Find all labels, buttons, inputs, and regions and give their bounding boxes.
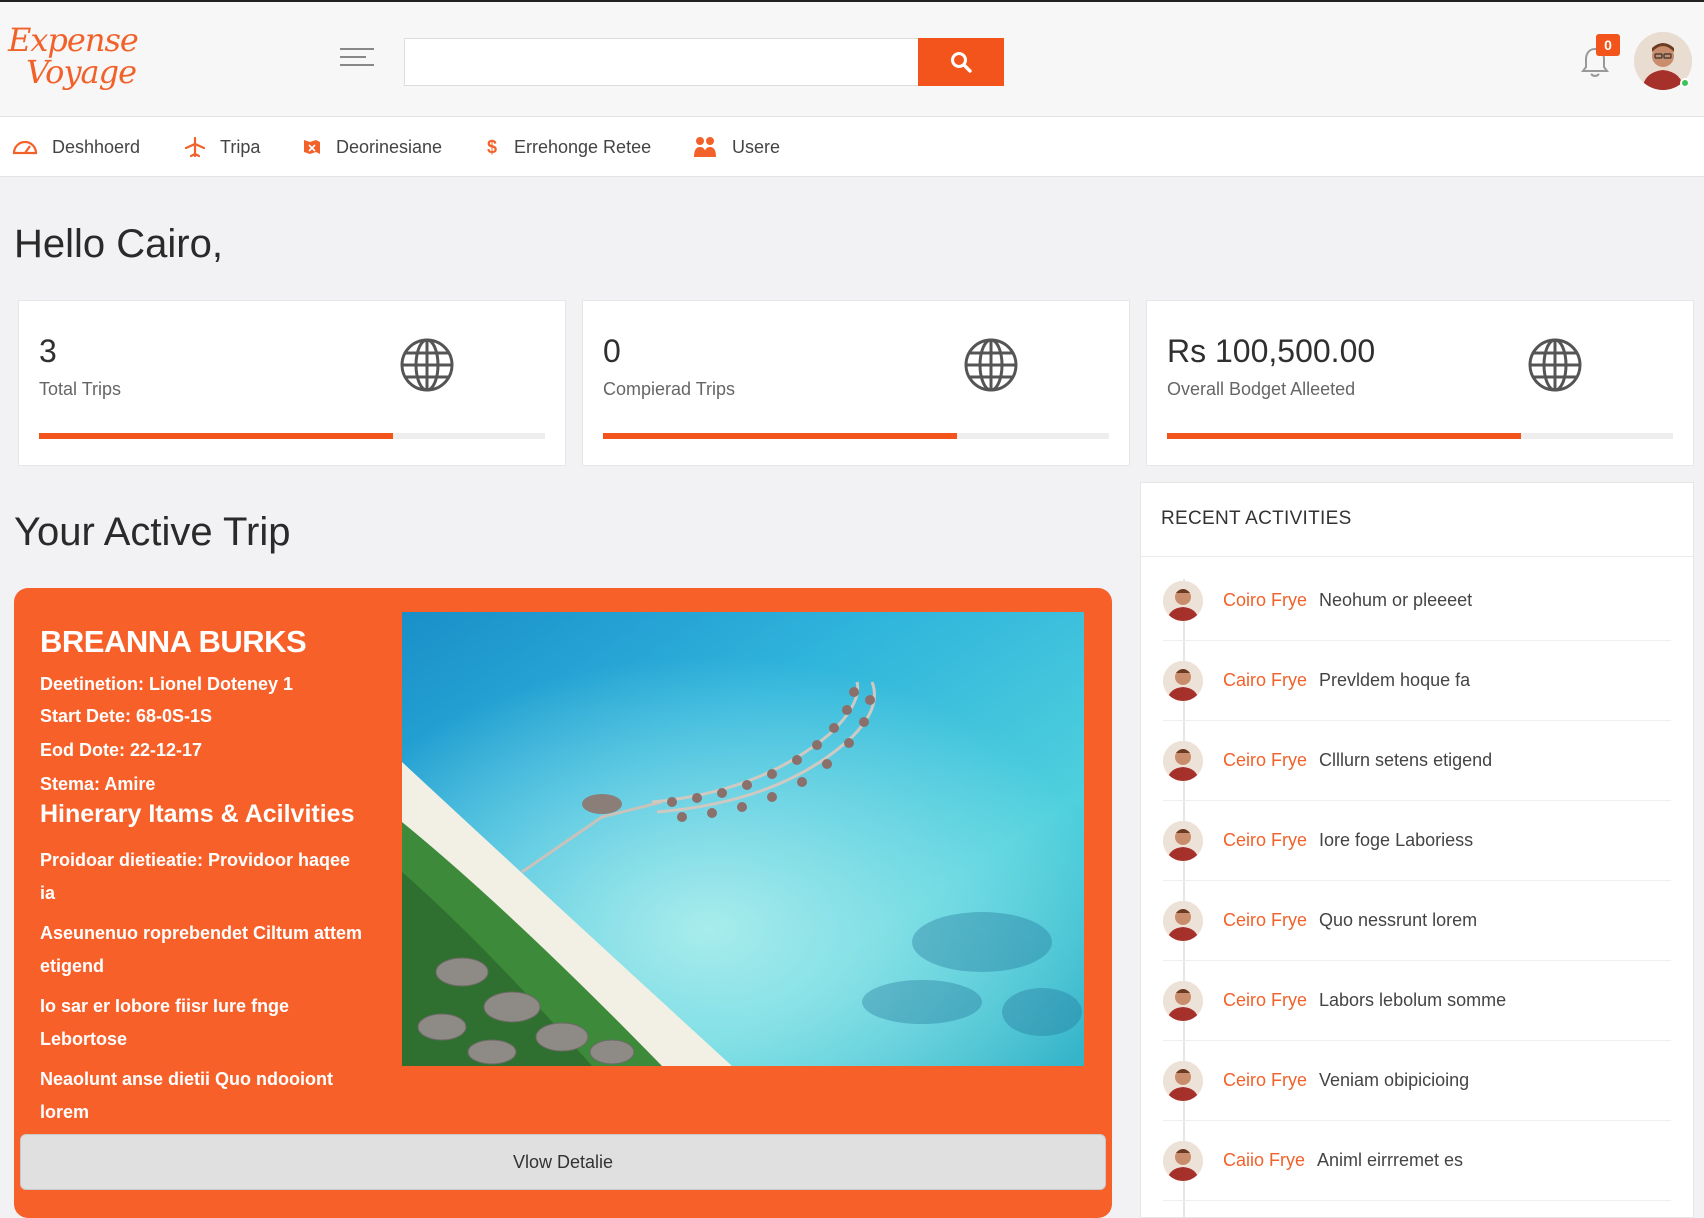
active-trip-heading: Your Active Trip: [14, 510, 291, 554]
dashboard-icon: [12, 140, 38, 155]
activity-user[interactable]: Ceiro Frye: [1223, 830, 1307, 851]
active-trip-card: BREANNA BURKS Deetinetion: Lionel Dotene…: [14, 588, 1112, 1218]
destination-icon: [304, 140, 320, 154]
nav-label-exchange-rates: Errehonge Retee: [514, 136, 652, 157]
logo-line-1: Expense: [8, 21, 139, 59]
activity-avatar: [1163, 1140, 1203, 1181]
globe-icon: [400, 338, 454, 392]
search-input[interactable]: [404, 38, 918, 86]
nav-item-destinations[interactable]: Deorinesiane: [302, 117, 442, 177]
activity-item[interactable]: Ceiro Frye Iore foge Laboriess: [1163, 801, 1671, 881]
recent-activities-title: RECENT ACTIVITIES: [1141, 483, 1693, 557]
main-nav: Deshhoerd Tripa Deorinesiane $ Errehonge…: [0, 117, 1704, 177]
trip-end-date: Eod Dote: 22-12-17: [40, 740, 203, 760]
globe-icon: [964, 338, 1018, 392]
activity-text: Veniam obipicioing: [1319, 1070, 1470, 1090]
activity-text: Animl eirrremet es: [1317, 1150, 1464, 1170]
stat-value: Rs 100,500.00: [1167, 333, 1376, 369]
nav-item-dashboard[interactable]: Deshhoerd: [12, 117, 140, 177]
top-bar: Expense Voyage 0: [0, 0, 1704, 117]
activity-avatar: [1163, 1060, 1203, 1101]
activity-avatar: [1163, 660, 1203, 701]
trip-destination-photo: [402, 612, 1084, 1066]
nav-item-trips[interactable]: Tripa: [184, 117, 260, 177]
activity-item[interactable]: Caiio Frye Animl eirrremet es: [1163, 1121, 1671, 1201]
nav-label-dashboard: Deshhoerd: [52, 136, 141, 157]
recent-activities-panel: RECENT ACTIVITIES Coiro Frye Neohum or p…: [1140, 482, 1694, 1218]
activity-user[interactable]: Ceiro Frye: [1223, 1070, 1307, 1091]
stat-value: 0: [603, 333, 621, 369]
app-logo[interactable]: Expense Voyage: [8, 24, 148, 88]
trip-traveler-name: BREANNA BURKS: [40, 624, 307, 659]
activity-item[interactable]: Cairo Frye Prevldem hoque fa: [1163, 641, 1671, 721]
activity-user[interactable]: Coiro Frye: [1223, 590, 1307, 611]
stat-label: Overall Bodget Alleeted: [1167, 379, 1356, 399]
activity-avatar: [1163, 740, 1203, 781]
resort-image: [402, 612, 1084, 1066]
activity-text: Quo nessrunt lorem: [1319, 910, 1478, 930]
stat-value: 3: [39, 333, 57, 369]
dollar-icon: $: [487, 137, 497, 157]
activity-text: Prevldem hoque fa: [1319, 670, 1471, 690]
trip-status: Stema: Amire: [40, 774, 156, 794]
activity-user[interactable]: Caiio Frye: [1223, 1150, 1305, 1171]
trip-destination: Deetinetion: Lionel Doteney 1: [40, 674, 294, 694]
activity-user[interactable]: Cairo Frye: [1223, 670, 1307, 691]
online-status-dot: [1680, 78, 1690, 88]
itinerary-list: Proidoar dietieatie: Providoor haqee ia …: [40, 844, 370, 1136]
itinerary-item: Proidoar dietieatie: Providoor haqee ia: [40, 850, 351, 903]
menu-toggle-icon[interactable]: [340, 48, 374, 72]
activity-avatar: [1163, 900, 1203, 941]
activity-user[interactable]: Ceiro Frye: [1223, 990, 1307, 1011]
trip-start-date: Start Dete: 68-0S-1S: [40, 706, 213, 726]
progress-fill: [39, 433, 394, 439]
search-bar: [404, 38, 1004, 86]
stat-label: Compierad Trips: [603, 379, 736, 399]
progress-fill: [603, 433, 958, 439]
nav-item-users[interactable]: Usere: [692, 117, 780, 177]
globe-icon: [1528, 338, 1582, 392]
search-button[interactable]: [918, 38, 1004, 86]
nav-label-trips: Tripa: [220, 136, 261, 157]
activity-avatar: [1163, 980, 1203, 1021]
search-icon: [951, 52, 972, 73]
activity-item[interactable]: Ceiro Frye Clllurn setens etigend: [1163, 721, 1671, 801]
activity-item[interactable]: Ceiro Frye Veniam obipicioing: [1163, 1041, 1671, 1121]
activity-item[interactable]: Ceiro Frye Labors lebolum somme: [1163, 961, 1671, 1041]
activity-item[interactable]: Coiro Frye Neohum or pleeeet: [1163, 561, 1671, 641]
itinerary-item: Neaolunt anse dietii Quo ndooiont lorem: [40, 1069, 333, 1122]
activity-avatar: [1163, 580, 1203, 621]
nav-label-users: Usere: [732, 136, 781, 157]
itinerary-item: Io sar er Iobore fiisr Iure fnge Leborto…: [40, 996, 290, 1049]
stat-label: Total Trips: [39, 379, 122, 399]
activity-avatar: [1163, 820, 1203, 861]
activity-user[interactable]: Ceiro Frye: [1223, 750, 1307, 771]
logo-line-2: Voyage: [26, 53, 137, 91]
itinerary-heading: Hinerary Itams & Acilvities: [40, 800, 355, 828]
progress-fill: [1167, 433, 1522, 439]
activity-text: Iore foge Laboriess: [1319, 830, 1474, 850]
progress-track: [603, 433, 1109, 439]
nav-item-exchange-rates[interactable]: $ Errehonge Retee: [486, 117, 651, 177]
activity-text: Clllurn setens etigend: [1319, 750, 1493, 770]
progress-track: [1167, 433, 1673, 439]
activity-text: Labors lebolum somme: [1319, 990, 1507, 1010]
svg-text:$: $: [487, 137, 497, 157]
stat-card-budget: Rs 100,500.00 Overall Bodget Alleeted: [1146, 300, 1694, 466]
stat-card-completed-trips: 0 Compierad Trips: [582, 300, 1130, 466]
notification-badge: 0: [1596, 34, 1620, 56]
greeting-heading: Hello Cairo,: [14, 222, 223, 266]
nav-label-destinations: Deorinesiane: [336, 136, 443, 157]
activity-user[interactable]: Ceiro Frye: [1223, 910, 1307, 931]
users-icon: [694, 137, 716, 157]
view-details-button[interactable]: Vlow Detalie: [20, 1134, 1106, 1190]
activity-text: Neohum or pleeeet: [1319, 590, 1473, 610]
progress-track: [39, 433, 545, 439]
plane-icon: [184, 136, 206, 158]
activity-item[interactable]: Ceiro Frye Quo nessrunt lorem: [1163, 881, 1671, 961]
itinerary-item: Aseunenuo roprebendet Ciltum attem etige…: [40, 923, 363, 976]
stat-card-total-trips: 3 Total Trips: [18, 300, 566, 466]
